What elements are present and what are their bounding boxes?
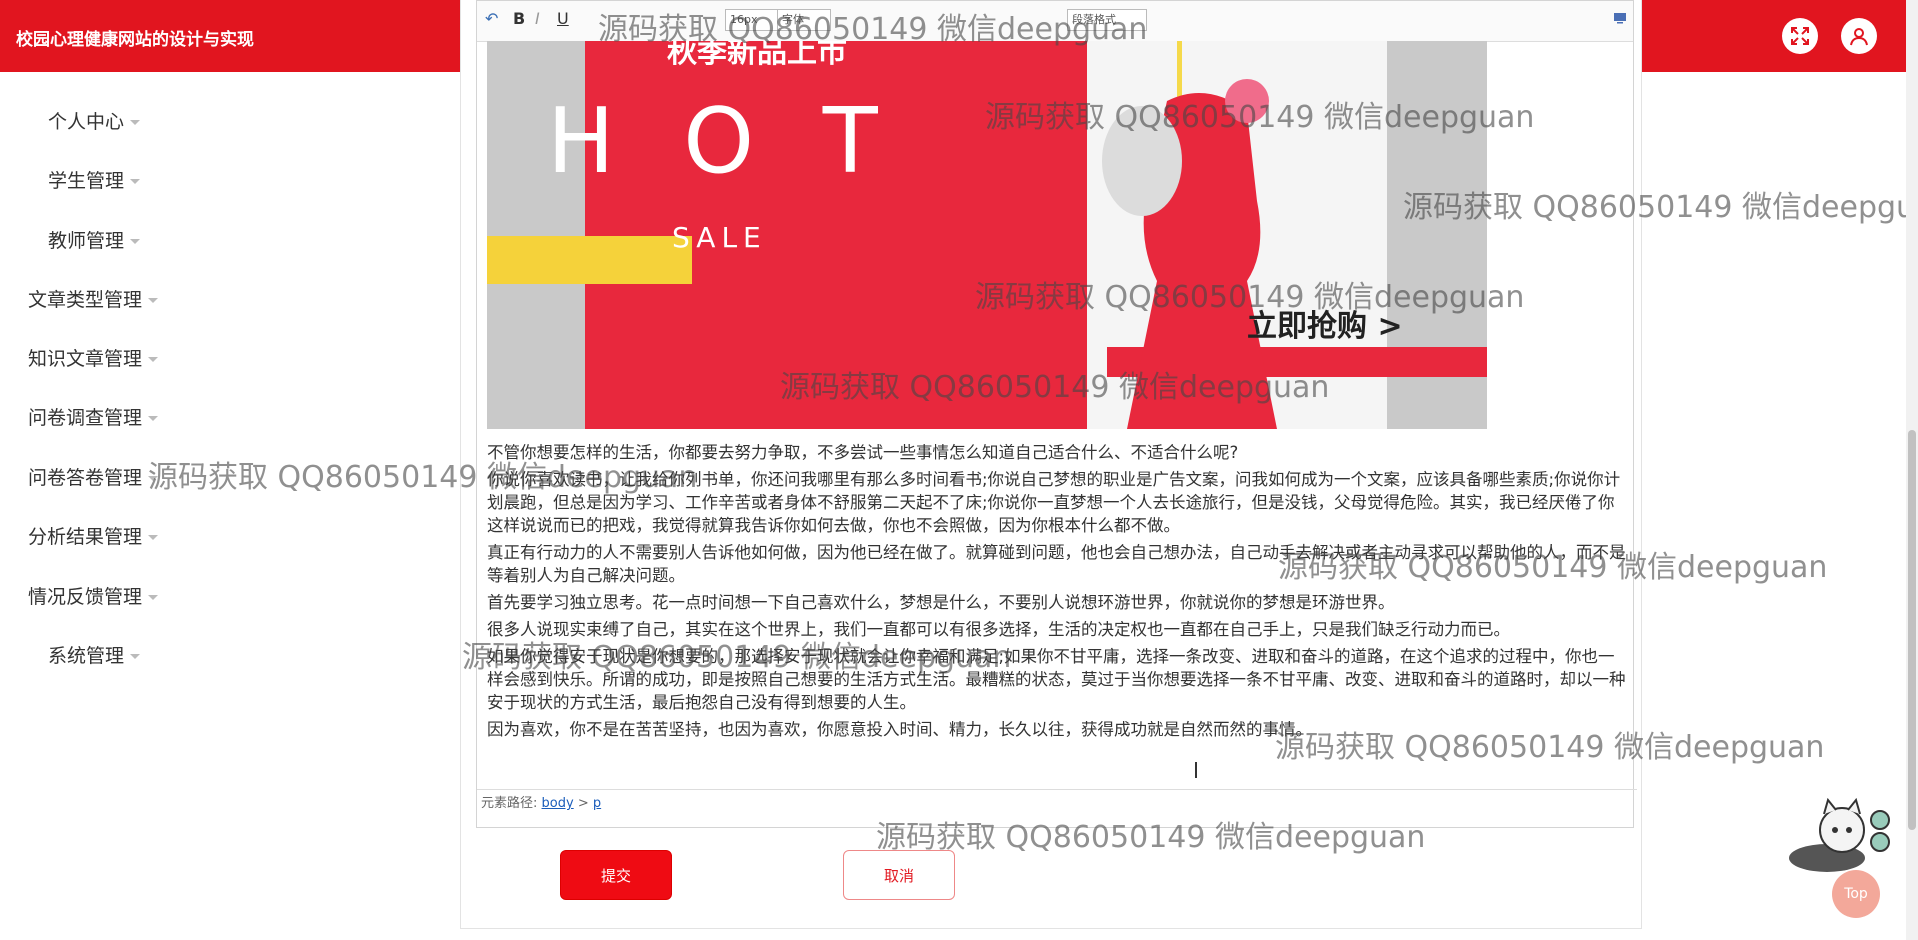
- user-avatar-icon[interactable]: [1841, 18, 1877, 54]
- site-title: 校园心理健康网站的设计与实现: [16, 30, 254, 50]
- banner-cta-text[interactable]: 立即抢购 >: [1247, 301, 1403, 345]
- banner-top-text: 秋季新品上市: [667, 41, 847, 70]
- caret-down-icon: [130, 239, 141, 244]
- bold-button[interactable]: B: [513, 9, 525, 28]
- sidebar-item-label: 系统管理: [48, 645, 125, 667]
- editor-content[interactable]: 不管你想要怎样的生活，你都要去努力争取，不多尝试一些事情怎么知道自己适合什么、不…: [487, 441, 1627, 745]
- sidebar-item-label: 教师管理: [48, 230, 125, 252]
- font-size-select[interactable]: 16px: [725, 9, 779, 31]
- editor-toolbar: ↶ B I U 16px 字体 段落格式: [477, 1, 1633, 42]
- element-path-label: 元素路径:: [481, 796, 538, 811]
- paragraph: 你说你喜欢读书，让我给你列书单，你还问我哪里有那么多时间看书;你说自己梦想的职业…: [487, 470, 1621, 535]
- caret-down-icon: [130, 120, 141, 125]
- element-path-bar: 元素路径: body > p: [477, 789, 1637, 818]
- sidebar-item-answer-sheet-management[interactable]: 问卷答卷管理: [28, 463, 159, 490]
- cat-mascot-icon: [1782, 797, 1892, 882]
- scrollbar-thumb[interactable]: [1908, 430, 1916, 830]
- paragraph: 首先要学习独立思考。花一点时间想一下自己喜欢什么，梦想是什么，不要别人说想环游世…: [487, 593, 1395, 612]
- cancel-button[interactable]: 取消: [843, 850, 955, 900]
- sidebar-item-label: 学生管理: [48, 170, 125, 192]
- sidebar-item-label: 分析结果管理: [28, 526, 143, 548]
- sidebar-item-analysis-result-management[interactable]: 分析结果管理: [28, 522, 159, 549]
- sidebar-item-personal-center[interactable]: 个人中心: [48, 107, 141, 134]
- path-link-body[interactable]: body: [542, 796, 574, 811]
- sidebar-item-label: 知识文章管理: [28, 348, 143, 370]
- sidebar-item-label: 情况反馈管理: [28, 586, 143, 608]
- sidebar-item-label: 文章类型管理: [28, 289, 143, 311]
- rich-text-editor[interactable]: ↶ B I U 16px 字体 段落格式 秋季新品上市 H O T SALE 立…: [476, 0, 1637, 828]
- banner-sale-text: SALE: [672, 221, 767, 254]
- sidebar-item-student-management[interactable]: 学生管理: [48, 166, 141, 193]
- caret-down-icon: [148, 476, 159, 481]
- caret-down-icon: [130, 654, 141, 659]
- banner-hot-text: H O T: [547, 89, 898, 194]
- paragraph: 如果你觉得安于现状是你想要的，那选择安于现状就会让你幸福和满足;如果你不甘平庸，…: [487, 647, 1626, 712]
- caret-down-icon: [148, 535, 159, 540]
- undo-icon[interactable]: ↶: [485, 9, 498, 28]
- sidebar-item-article-type-management[interactable]: 文章类型管理: [28, 285, 159, 312]
- path-separator: >: [577, 796, 589, 811]
- sidebar-item-system-management[interactable]: 系统管理: [48, 641, 141, 668]
- underline-button[interactable]: U: [557, 9, 569, 28]
- sidebar-item-feedback-management[interactable]: 情况反馈管理: [28, 582, 159, 609]
- caret-down-icon: [148, 357, 159, 362]
- paragraph: 因为喜欢，你不是在苦苦坚持，也因为喜欢，你愿意投入时间、精力，长久以往，获得成功…: [487, 720, 1312, 739]
- sidebar-item-questionnaire-management[interactable]: 问卷调查管理: [28, 403, 159, 430]
- paragraph: 真正有行动力的人不需要别人告诉他如何做，因为他已经在做了。就算碰到问题，他也会自…: [487, 543, 1626, 585]
- sidebar-item-label: 问卷调查管理: [28, 407, 143, 429]
- text-cursor-icon: [1195, 762, 1197, 778]
- caret-down-icon: [148, 595, 159, 600]
- paragraph: 很多人说现实束缚了自己，其实在这个世界上，我们一直都可以有很多选择，生活的决定权…: [487, 620, 1510, 639]
- italic-button[interactable]: I: [535, 9, 540, 28]
- sidebar-item-label: 问卷答卷管理: [28, 467, 143, 489]
- path-link-p[interactable]: p: [593, 796, 601, 811]
- caret-down-icon: [148, 416, 159, 421]
- caret-down-icon: [148, 298, 159, 303]
- paragraph: 不管你想要怎样的生活，你都要去努力争取，不多尝试一些事情怎么知道自己适合什么、不…: [487, 443, 1239, 462]
- sidebar-item-knowledge-article-management[interactable]: 知识文章管理: [28, 344, 159, 371]
- submit-button[interactable]: 提交: [560, 850, 672, 900]
- font-family-select[interactable]: 字体: [777, 9, 831, 31]
- caret-down-icon: [130, 179, 141, 184]
- sidebar-item-teacher-management[interactable]: 教师管理: [48, 226, 141, 253]
- paragraph-format-select[interactable]: 段落格式: [1067, 9, 1147, 31]
- fullscreen-icon[interactable]: [1782, 18, 1818, 54]
- banner-image: 秋季新品上市 H O T SALE 立即抢购 >: [487, 41, 1487, 429]
- fullscreen-editor-icon[interactable]: [1613, 9, 1627, 28]
- sidebar-item-label: 个人中心: [48, 111, 125, 133]
- back-to-top-button[interactable]: Top: [1832, 870, 1880, 918]
